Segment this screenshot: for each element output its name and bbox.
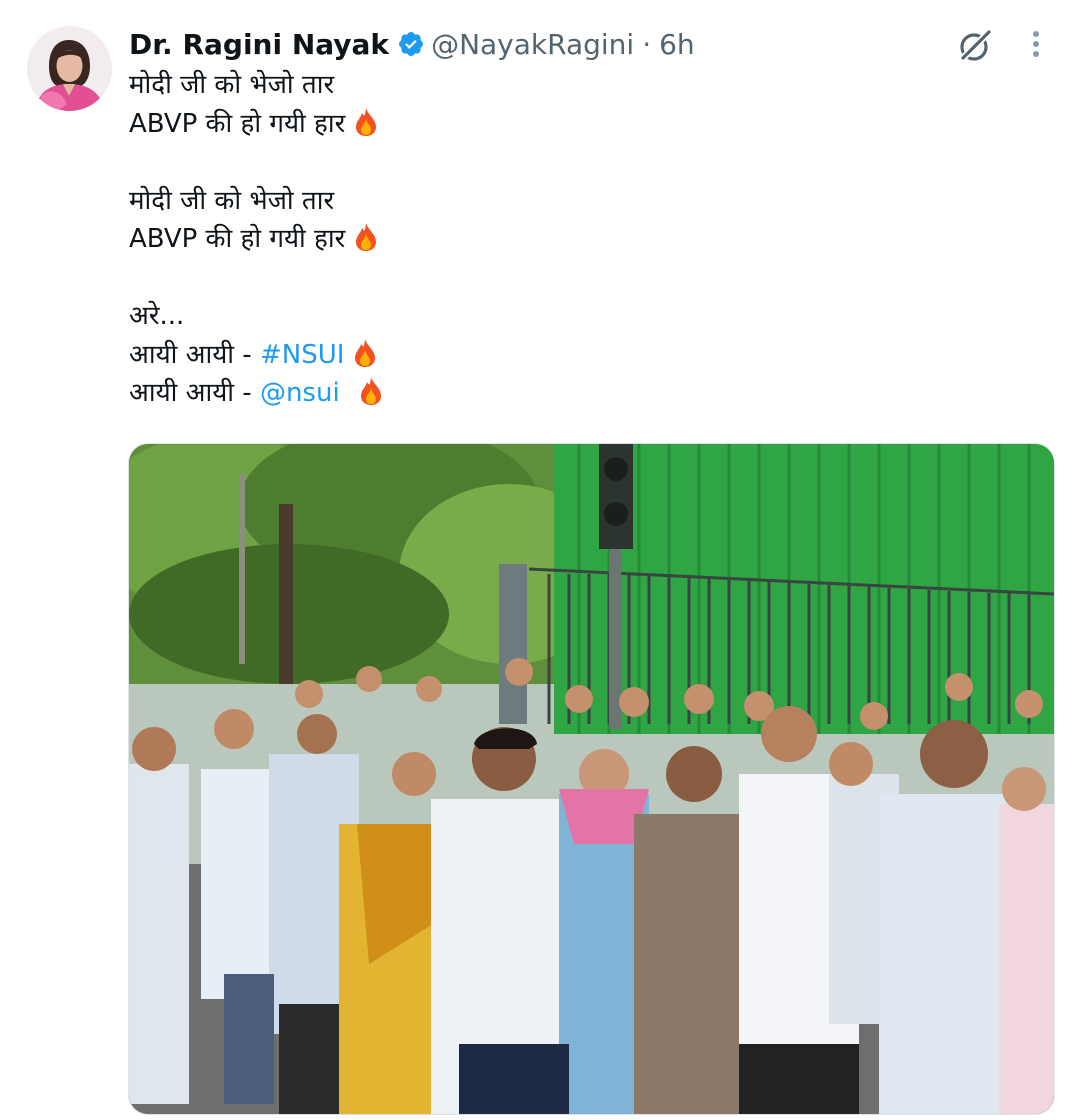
tweet-line: मोदी जी को भेजो तार bbox=[129, 70, 335, 100]
tweet-line: आयी आयी - #NSUI bbox=[129, 336, 1029, 375]
tweet-text: मोदी जी को भेजो तार ABVP की हो गयी हार म… bbox=[129, 66, 1029, 413]
more-vertical-icon[interactable] bbox=[1026, 30, 1046, 60]
author-avatar[interactable] bbox=[27, 26, 112, 111]
tweet-header: Dr. Ragini Nayak @NayakRagini · 6h bbox=[129, 24, 695, 64]
fire-emoji-icon bbox=[353, 107, 379, 149]
author-name[interactable]: Dr. Ragini Nayak bbox=[129, 28, 389, 61]
hashtag-link[interactable]: #NSUI bbox=[260, 340, 344, 370]
grok-icon[interactable] bbox=[957, 28, 993, 64]
tweet-media-image[interactable] bbox=[128, 443, 1055, 1115]
tweet-line: मोदी जी को भेजो तार bbox=[129, 185, 335, 216]
fire-emoji-icon bbox=[353, 222, 379, 264]
tweet-line: ABVP की हो गयी हार bbox=[129, 105, 1029, 144]
protest-crowd-photo bbox=[129, 444, 1054, 1114]
tweet-line: अरे... bbox=[129, 301, 185, 331]
mention-link[interactable]: @nsui bbox=[260, 378, 340, 408]
author-handle[interactable]: @NayakRagini bbox=[431, 28, 634, 61]
timestamp[interactable]: 6h bbox=[659, 28, 695, 61]
tweet-line: ABVP की हो गयी हार bbox=[129, 220, 1029, 259]
fire-emoji-icon bbox=[352, 338, 378, 380]
tweet-line: आयी आयी - @nsui bbox=[129, 374, 1029, 413]
fire-emoji-icon bbox=[358, 376, 384, 418]
avatar-image bbox=[27, 26, 112, 111]
separator-dot: · bbox=[642, 27, 652, 61]
verified-badge-icon bbox=[397, 30, 425, 58]
